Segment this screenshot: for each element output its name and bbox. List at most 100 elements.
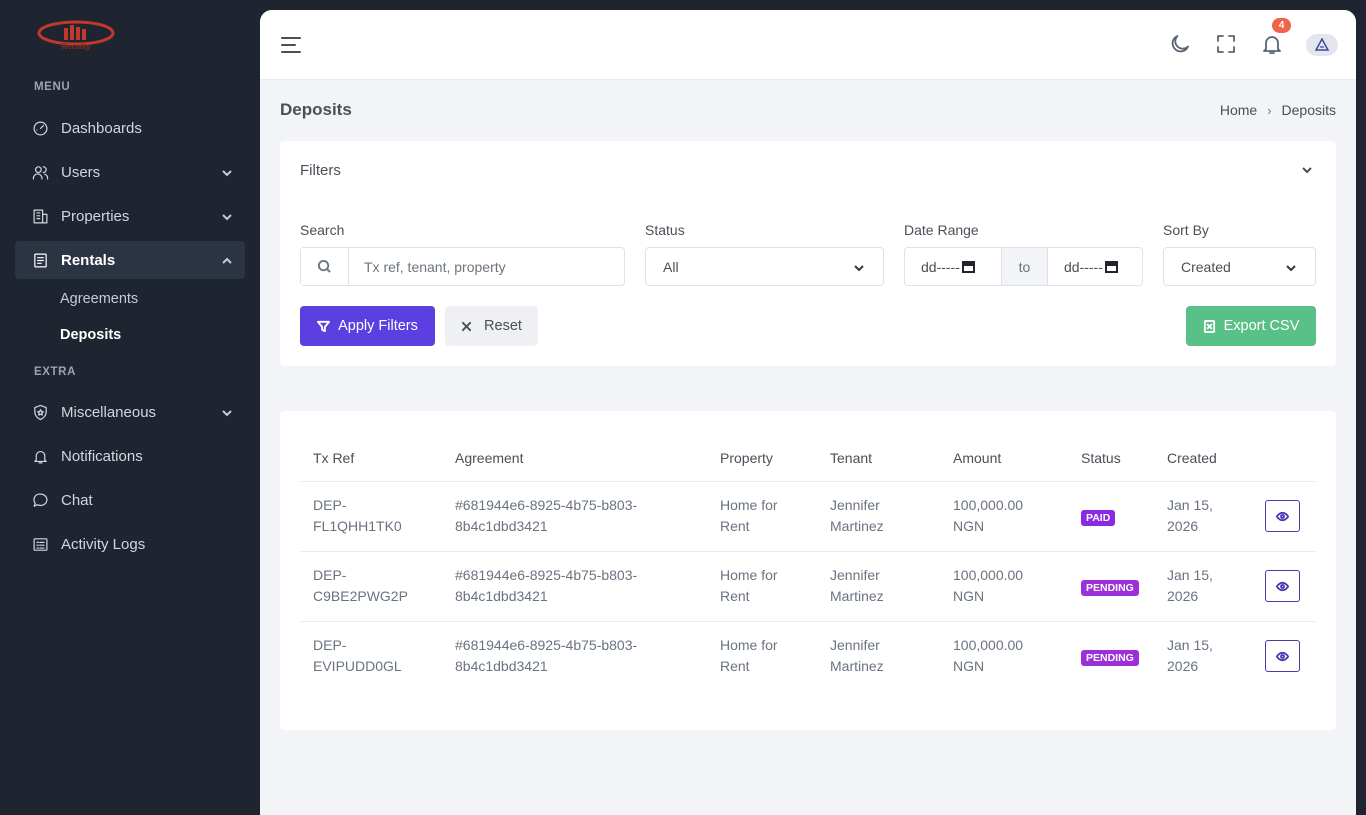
tx-ref-line: FL1QHH1TK0 [313, 518, 402, 534]
sidebar-item-properties[interactable]: Properties [15, 197, 245, 235]
actions-cell [1252, 621, 1316, 691]
sidebar-item-rentals[interactable]: Rentals [15, 241, 245, 279]
amount-line: 100,000.00 [953, 497, 1024, 513]
view-button[interactable] [1265, 500, 1300, 532]
dark-mode-icon[interactable] [1168, 32, 1192, 56]
menu-toggle-icon[interactable] [280, 34, 302, 56]
amount-line: NGN [953, 588, 985, 604]
sidebar-subitem-deposits[interactable]: Deposits [60, 327, 121, 343]
agreement-line: 8b4c1dbd3421 [455, 518, 548, 534]
eye-icon [1276, 511, 1289, 521]
calendar-icon [961, 260, 975, 273]
bell-icon [31, 447, 49, 465]
sidebar-item-label: Rentals [61, 251, 116, 269]
date-range-label: Date Range [904, 222, 979, 238]
amount-cell: 100,000.00 NGN [940, 481, 1068, 552]
agreement-line: 8b4c1dbd3421 [455, 658, 548, 675]
brand-logo[interactable]: Reculty [36, 18, 116, 52]
sidebar-subitem-agreements[interactable]: Agreements [60, 291, 138, 307]
sidebar-item-label: Properties [61, 207, 130, 225]
column-header: Created [1154, 435, 1252, 482]
sidebar-item-miscellaneous[interactable]: Miscellaneous [15, 393, 245, 431]
activity-log-icon [31, 535, 49, 553]
building-icon [31, 207, 49, 225]
tenant-line: Jennifer [830, 497, 880, 513]
column-header: Agreement [442, 435, 707, 482]
tenant-cell: Jennifer Martinez [817, 621, 940, 691]
svg-text:Reculty: Reculty [62, 42, 91, 51]
breadcrumb: Home › Deposits [1220, 102, 1336, 118]
tx-ref-line: DEP- [313, 497, 347, 513]
agreement-cell: #681944e6-8925-4b75-b803- 8b4c1dbd3421 [442, 481, 707, 552]
tenant-line: Martinez [830, 658, 884, 675]
page-title: Deposits [280, 100, 352, 119]
status-select-value: All [663, 258, 679, 275]
search-input[interactable] [349, 248, 619, 285]
sort-by-select[interactable]: Created [1163, 247, 1316, 286]
file-excel-icon [1203, 319, 1215, 333]
dashboard-icon [31, 119, 49, 137]
export-csv-button[interactable]: Export CSV [1186, 306, 1316, 346]
view-button[interactable] [1265, 640, 1300, 673]
filters-title[interactable]: Filters [300, 162, 341, 179]
property-line: Home for [720, 567, 778, 583]
chevron-down-icon [221, 406, 233, 418]
document-icon [31, 251, 49, 269]
created-line: 2026 [1167, 658, 1199, 675]
sidebar-item-dashboards[interactable]: Dashboards [15, 109, 245, 147]
date-from-input[interactable]: dd----- [905, 248, 1001, 285]
sidebar-item-label: Notifications [61, 447, 143, 465]
amount-line: 100,000.00 [953, 637, 1024, 654]
sidebar-item-notifications[interactable]: Notifications [15, 437, 245, 475]
eye-icon [1276, 581, 1289, 591]
apply-filters-button[interactable]: Apply Filters [300, 306, 435, 346]
status-label: Status [645, 222, 685, 238]
sidebar-item-activity-logs[interactable]: Activity Logs [15, 525, 245, 563]
tenant-line: Jennifer [830, 637, 880, 654]
avatar[interactable] [1306, 34, 1338, 56]
tenant-line: Martinez [830, 588, 884, 604]
chevron-down-icon [221, 166, 233, 178]
status-badge: PENDING [1081, 579, 1139, 596]
sort-by-value: Created [1181, 258, 1231, 275]
column-header-actions [1252, 435, 1316, 482]
table-row: DEP- EVIPUDD0GL #681944e6-8925-4b75-b803-… [300, 621, 1316, 691]
property-line: Rent [720, 518, 750, 534]
property-cell: Home for Rent [707, 551, 817, 622]
status-select[interactable]: All [645, 247, 884, 286]
column-header: Amount [940, 435, 1068, 482]
tx-ref-line: C9BE2PWG2P [313, 588, 408, 604]
bell-icon[interactable] [1260, 32, 1284, 56]
main-content: 4 Deposits Home › Deposits Filters Searc… [260, 10, 1356, 815]
column-header: Tenant [817, 435, 940, 482]
tenant-line: Jennifer [830, 567, 880, 583]
property-cell: Home for Rent [707, 481, 817, 552]
status-cell: PAID [1068, 481, 1154, 552]
reset-button[interactable]: Reset [445, 306, 538, 346]
property-line: Rent [720, 658, 750, 675]
sidebar-item-users[interactable]: Users [15, 153, 245, 191]
filters-card: Filters Search Status All Date Range dd-… [280, 141, 1336, 366]
chevron-down-icon[interactable] [1300, 163, 1314, 177]
created-cell: Jan 15, 2026 [1154, 551, 1252, 622]
chevron-down-icon [221, 210, 233, 222]
actions-cell [1252, 551, 1316, 622]
tx-ref-line: DEP- [313, 567, 347, 583]
fullscreen-icon[interactable] [1214, 32, 1238, 56]
tx-ref-cell: DEP- FL1QHH1TK0 [300, 481, 442, 552]
chevron-right-icon: › [1267, 102, 1272, 118]
breadcrumb-current: Deposits [1281, 102, 1336, 118]
close-icon [461, 321, 472, 331]
tx-ref-cell: DEP- C9BE2PWG2P [300, 551, 442, 622]
sidebar-item-label: Dashboards [61, 119, 142, 137]
breadcrumb-home[interactable]: Home [1220, 102, 1257, 118]
status-cell: PENDING [1068, 551, 1154, 622]
date-to-input[interactable]: dd----- [1048, 248, 1142, 285]
property-line: Home for [720, 637, 778, 654]
sidebar-item-label: Chat [61, 491, 93, 509]
apply-filters-label: Apply Filters [338, 318, 418, 334]
sidebar-item-chat[interactable]: Chat [15, 481, 245, 519]
calendar-icon [1104, 260, 1118, 273]
view-button[interactable] [1265, 570, 1300, 602]
created-line: Jan 15, [1167, 567, 1213, 583]
